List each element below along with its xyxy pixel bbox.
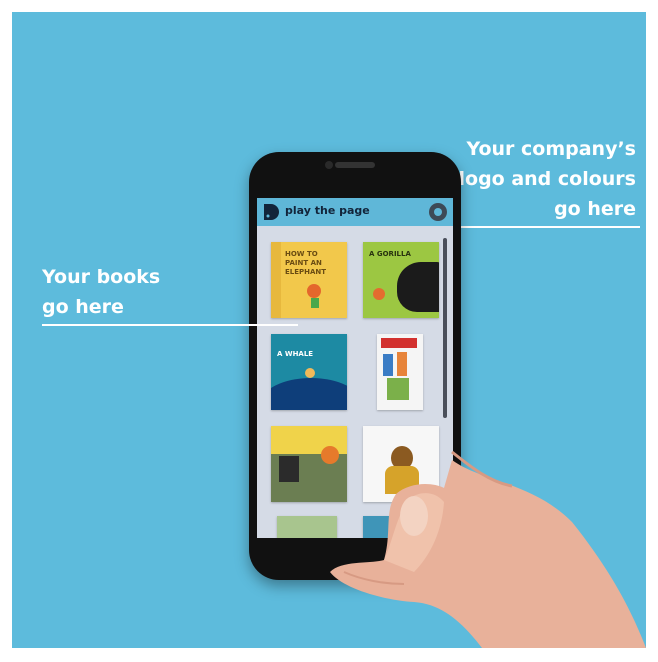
background-panel: Your company’s logo and colours go here …	[12, 12, 646, 648]
hand-image	[330, 450, 646, 648]
